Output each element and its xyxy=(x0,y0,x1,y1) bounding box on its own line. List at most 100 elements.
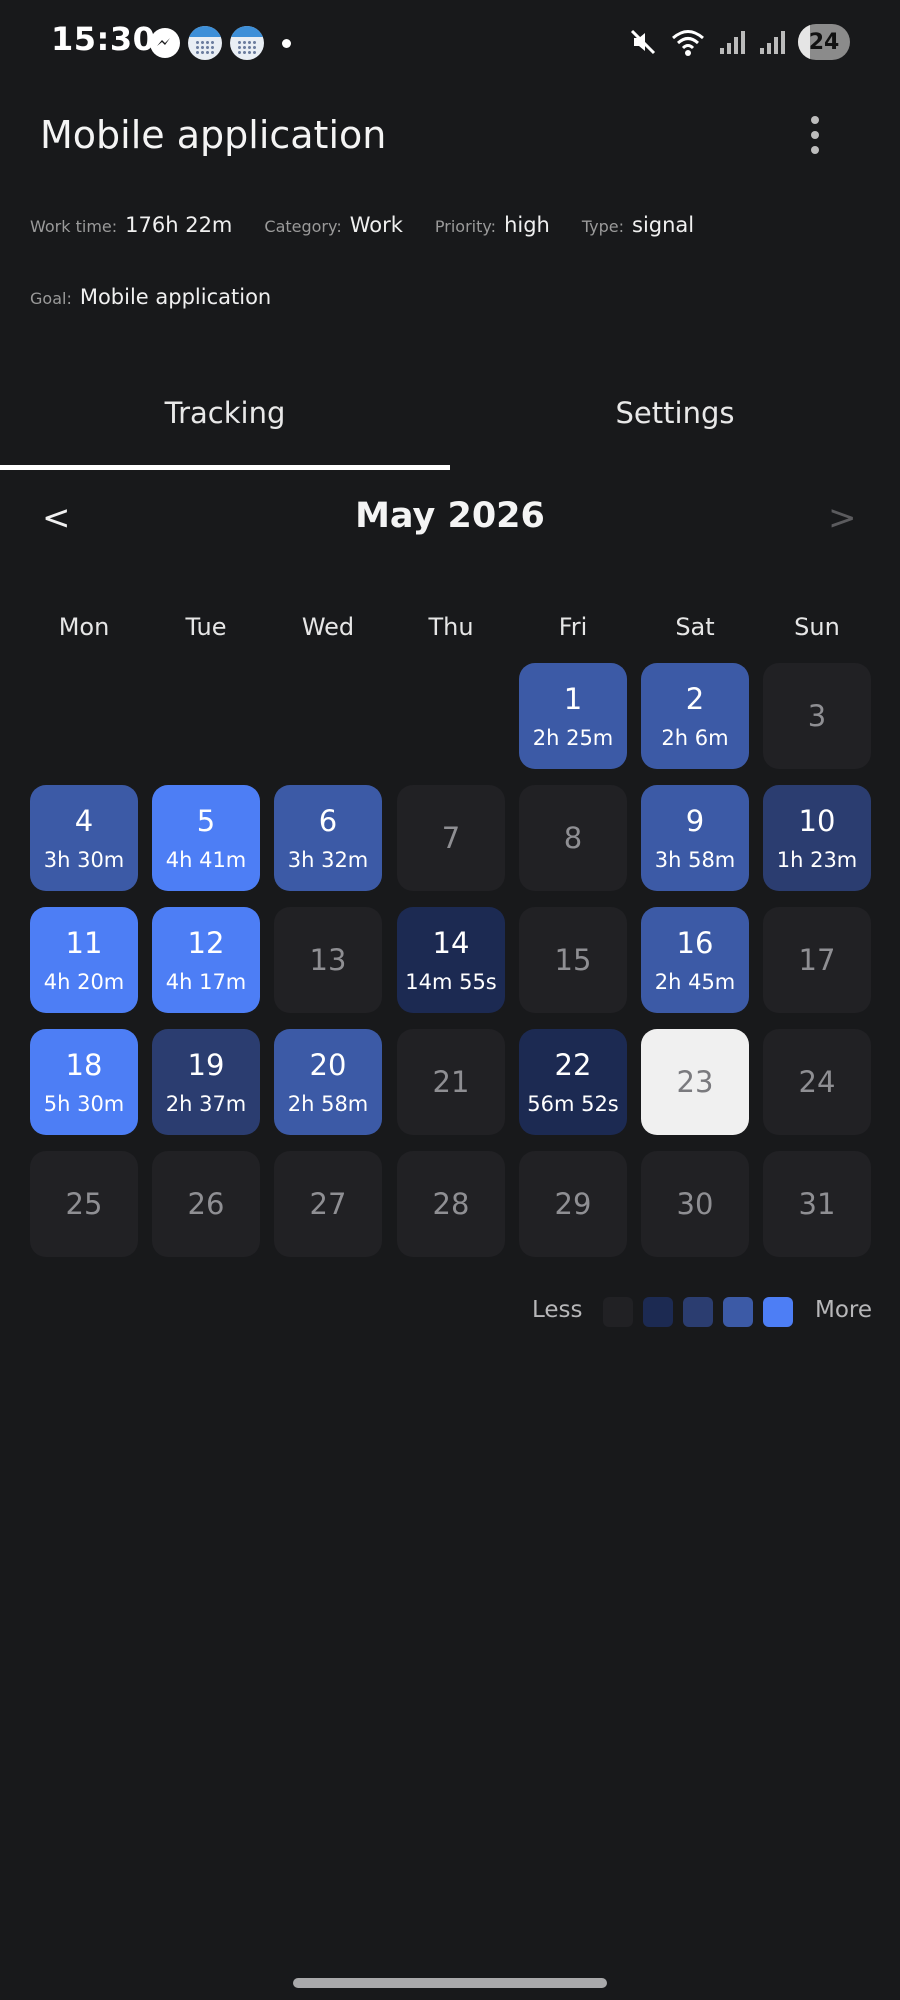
day-duration: 2h 6m xyxy=(661,726,729,750)
home-indicator[interactable] xyxy=(293,1978,607,1988)
work-time-value: 176h 22m xyxy=(125,213,233,237)
calendar-day-6[interactable]: 6 3h 32m xyxy=(274,785,382,891)
day-duration: 14m 55s xyxy=(405,970,497,994)
calendar-day-5[interactable]: 5 4h 41m xyxy=(152,785,260,891)
category-label: Category: xyxy=(264,217,342,236)
day-number: 23 xyxy=(676,1065,714,1099)
calendar-day-22[interactable]: 22 56m 52s xyxy=(519,1029,627,1135)
day-duration: 2h 25m xyxy=(532,726,614,750)
calendar-day-18[interactable]: 18 5h 30m xyxy=(30,1029,138,1135)
day-number: 22 xyxy=(554,1048,592,1082)
calendar-day-3[interactable]: 3 xyxy=(763,663,871,769)
day-number: 2 xyxy=(685,682,705,716)
day-number: 3 xyxy=(807,699,827,733)
day-number: 9 xyxy=(685,804,705,838)
day-duration: 3h 30m xyxy=(43,848,125,872)
day-duration: 2h 45m xyxy=(654,970,736,994)
weekday-label: Wed xyxy=(301,613,355,641)
day-duration: 2h 58m xyxy=(287,1092,369,1116)
day-number: 11 xyxy=(65,926,103,960)
calendar-day-8[interactable]: 8 xyxy=(519,785,627,891)
calendar-day-9[interactable]: 9 3h 58m xyxy=(641,785,749,891)
day-number: 12 xyxy=(187,926,225,960)
day-number: 7 xyxy=(441,821,461,855)
tab-settings[interactable]: Settings xyxy=(450,380,900,470)
wifi-icon xyxy=(672,30,704,56)
calendar-day-24[interactable]: 24 xyxy=(763,1029,871,1135)
day-number: 31 xyxy=(798,1187,836,1221)
calendar-day-2[interactable]: 2 2h 6m xyxy=(641,663,749,769)
day-number: 20 xyxy=(309,1048,347,1082)
day-number: 13 xyxy=(309,943,347,977)
calendar-day-20[interactable]: 20 2h 58m xyxy=(274,1029,382,1135)
calendar-day-23[interactable]: 23 xyxy=(641,1029,749,1135)
calendar-day-11[interactable]: 11 4h 20m xyxy=(30,907,138,1013)
calendar-grid: 1 2h 25m 2 2h 6m 3 4 3h 30m 5 4h 41m 6 3h 32m 7 8 9 3h… xyxy=(30,663,871,1263)
weekday-label: Sat xyxy=(675,613,715,641)
weekday-label: Tue xyxy=(185,613,227,641)
legend-more-label: More xyxy=(815,1297,873,1323)
calendar-day-29[interactable]: 29 xyxy=(519,1151,627,1257)
day-number: 19 xyxy=(187,1048,225,1082)
page-title: Mobile application xyxy=(40,113,387,157)
calendar-day-28[interactable]: 28 xyxy=(397,1151,505,1257)
calendar-day-13[interactable]: 13 xyxy=(274,907,382,1013)
day-number: 6 xyxy=(318,804,338,838)
signal-icon xyxy=(760,31,785,54)
legend-swatch-1 xyxy=(643,1297,673,1327)
calendar-day-21[interactable]: 21 xyxy=(397,1029,505,1135)
day-duration: 5h 30m xyxy=(43,1092,125,1116)
calendar-day-15[interactable]: 15 xyxy=(519,907,627,1013)
legend-swatch-3 xyxy=(723,1297,753,1327)
weekday-header: Mon Tue Wed Thu Fri Sat Sun xyxy=(30,613,870,643)
system-icons: 24 xyxy=(628,24,850,60)
day-duration: 4h 41m xyxy=(165,848,247,872)
calendar-day-14[interactable]: 14 14m 55s xyxy=(397,907,505,1013)
calendar-day-31[interactable]: 31 xyxy=(763,1151,871,1257)
calendar-day-27[interactable]: 27 xyxy=(274,1151,382,1257)
legend-swatch-2 xyxy=(683,1297,713,1327)
calendar-day-30[interactable]: 30 xyxy=(641,1151,749,1257)
day-number: 17 xyxy=(798,943,836,977)
more-vertical-icon[interactable] xyxy=(800,110,830,160)
day-number: 29 xyxy=(554,1187,592,1221)
notification-icons xyxy=(150,26,291,60)
month-title: May 2026 xyxy=(355,496,545,536)
calendar-day-26[interactable]: 26 xyxy=(152,1151,260,1257)
weekday-label: Sun xyxy=(794,613,840,641)
calendar-day-17[interactable]: 17 xyxy=(763,907,871,1013)
status-bar: 15:30 24 xyxy=(0,0,900,84)
legend-swatch-0 xyxy=(603,1297,633,1327)
calendar-day-12[interactable]: 12 4h 17m xyxy=(152,907,260,1013)
calendar-day-10[interactable]: 10 1h 23m xyxy=(763,785,871,891)
calendar-day-1[interactable]: 1 2h 25m xyxy=(519,663,627,769)
day-duration: 1h 23m xyxy=(776,848,858,872)
day-number: 4 xyxy=(74,804,94,838)
day-duration: 4h 20m xyxy=(43,970,125,994)
calendar-day-16[interactable]: 16 2h 45m xyxy=(641,907,749,1013)
day-number: 24 xyxy=(798,1065,836,1099)
next-month-button[interactable]: > xyxy=(828,498,857,538)
legend-swatch-4 xyxy=(763,1297,793,1327)
day-number: 1 xyxy=(563,682,583,716)
priority-value: high xyxy=(504,213,550,237)
legend-less-label: Less xyxy=(532,1297,583,1323)
calendar-day-4[interactable]: 4 3h 30m xyxy=(30,785,138,891)
day-number: 28 xyxy=(432,1187,470,1221)
calendar-icon xyxy=(230,26,264,60)
heatmap-legend: Less More xyxy=(0,1297,900,1331)
day-number: 18 xyxy=(65,1048,103,1082)
calendar-day-19[interactable]: 19 2h 37m xyxy=(152,1029,260,1135)
tab-tracking[interactable]: Tracking xyxy=(0,380,450,470)
calendar-day-7[interactable]: 7 xyxy=(397,785,505,891)
day-number: 27 xyxy=(309,1187,347,1221)
type-label: Type: xyxy=(581,217,624,236)
day-number: 10 xyxy=(798,804,836,838)
dot-icon xyxy=(282,38,291,48)
calendar-day-25[interactable]: 25 xyxy=(30,1151,138,1257)
day-number: 30 xyxy=(676,1187,714,1221)
active-tab-indicator xyxy=(0,465,450,470)
goal-row: Goal: Mobile application xyxy=(30,285,303,309)
calendar-icon xyxy=(188,26,222,60)
weekday-label: Thu xyxy=(428,613,474,641)
